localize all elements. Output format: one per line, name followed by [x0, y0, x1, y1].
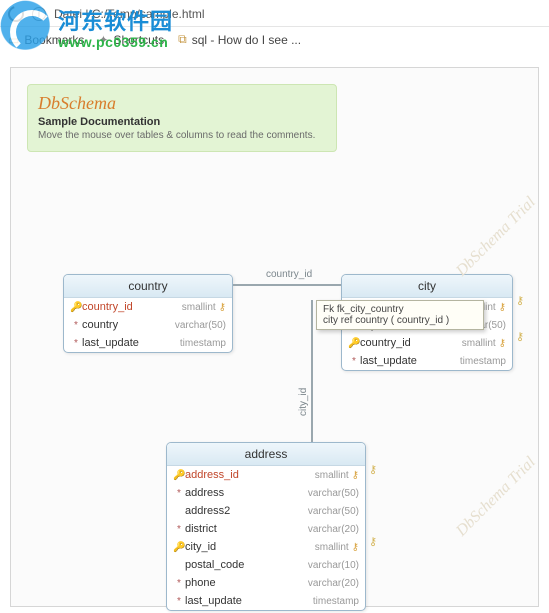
table-header-city[interactable]: city [342, 275, 512, 298]
bookmark-link-sql[interactable]: ⧉ sql - How do I see ... [178, 32, 301, 47]
bookmark-link-label: sql - How do I see ... [192, 33, 301, 47]
column-phone[interactable]: * phone varchar(20) [167, 574, 365, 592]
key-icon: ⚷ [499, 338, 506, 349]
notnull-icon: * [348, 356, 360, 367]
column-district[interactable]: * district varchar(20) [167, 520, 365, 538]
doc-subtitle: Sample Documentation [38, 116, 326, 128]
notnull-icon: * [70, 320, 82, 331]
column-postal-code[interactable]: postal_code varchar(10) [167, 556, 365, 574]
watermark-text: 河东软件园 www.pc0359.cn [58, 4, 173, 50]
pk-icon: 🔑 [70, 302, 82, 313]
diagram-canvas: DbSchema Sample Documentation Move the m… [10, 67, 539, 607]
relation-label-country-id: country_id [266, 269, 312, 280]
external-key-icon: ⚷ [369, 535, 377, 548]
relation-label-city-id: city_id [298, 388, 309, 416]
fk-icon: 🔑 [173, 542, 185, 553]
column-address[interactable]: * address varchar(50) [167, 484, 365, 502]
tooltip-line2: city ref country ( country_id ) [323, 315, 477, 326]
table-address[interactable]: address 🔑 address_id smallint ⚷ * addres… [166, 442, 366, 611]
watermark-site-url: www.pc0359.cn [58, 34, 173, 50]
fk-icon: 🔑 [348, 338, 360, 349]
column-country[interactable]: * country varchar(50) [64, 316, 232, 334]
external-key-icon: ⚷ [516, 294, 524, 307]
column-address2[interactable]: address2 varchar(50) [167, 502, 365, 520]
doc-description: Move the mouse over tables & columns to … [38, 130, 326, 141]
external-key-icon: ⚷ [516, 330, 524, 343]
doc-title: DbSchema [38, 93, 326, 114]
key-icon: ⚷ [219, 302, 226, 313]
column-last-update[interactable]: * last_update timestamp [342, 352, 512, 370]
column-last-update[interactable]: * last_update timestamp [64, 334, 232, 352]
relation-line-country-city [233, 284, 341, 286]
column-last-update[interactable]: * last_update timestamp [167, 592, 365, 610]
documentation-box: DbSchema Sample Documentation Move the m… [27, 84, 337, 152]
trial-watermark: DbSchema Trial [452, 454, 539, 541]
relation-line-city-address [311, 300, 313, 442]
watermark-logo [0, 0, 56, 56]
key-icon: ⚷ [499, 302, 506, 313]
notnull-icon: * [70, 338, 82, 349]
column-country-id[interactable]: 🔑 country_id smallint ⚷ [64, 298, 232, 316]
stackexchange-icon: ⧉ [178, 32, 187, 47]
table-header-country[interactable]: country [64, 275, 232, 298]
trial-watermark: DbSchema Trial [452, 194, 539, 281]
pk-icon: 🔑 [173, 470, 185, 481]
key-icon: ⚷ [352, 542, 359, 553]
table-header-address[interactable]: address [167, 443, 365, 466]
column-city-id-fk[interactable]: 🔑 city_id smallint ⚷ [167, 538, 365, 556]
notnull-icon: * [173, 596, 185, 607]
notnull-icon: * [173, 524, 185, 535]
column-country-id-fk[interactable]: 🔑 country_id smallint ⚷ [342, 334, 512, 352]
notnull-icon: * [173, 578, 185, 589]
external-key-icon: ⚷ [369, 463, 377, 476]
column-address-id[interactable]: 🔑 address_id smallint ⚷ [167, 466, 365, 484]
key-icon: ⚷ [352, 470, 359, 481]
tooltip-line1: Fk fk_city_country [323, 304, 477, 315]
notnull-icon: * [173, 488, 185, 499]
table-country[interactable]: country 🔑 country_id smallint ⚷ * countr… [63, 274, 233, 353]
fk-tooltip: Fk fk_city_country city ref country ( co… [316, 300, 484, 330]
watermark-site-cn: 河东软件园 [58, 4, 173, 36]
